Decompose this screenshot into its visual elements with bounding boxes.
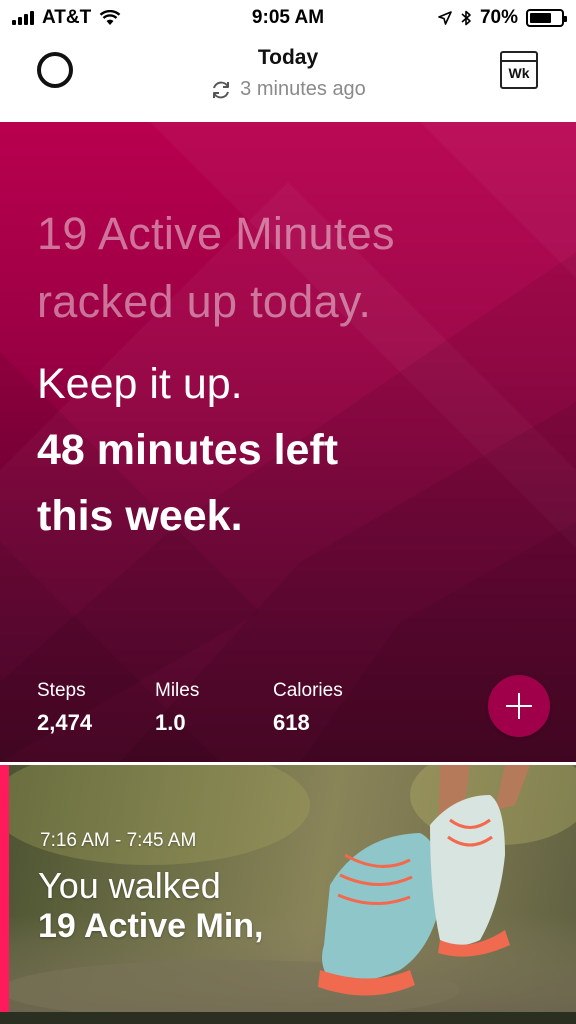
battery-icon	[526, 9, 567, 27]
sync-time-text: 3 minutes ago	[240, 78, 366, 100]
header-center: Today 3 minutes ago	[0, 46, 576, 101]
status-bar: AT&T 9:05 AM 70%	[0, 0, 576, 36]
miles-label: Miles	[155, 680, 200, 701]
week-button-label: Wk	[508, 65, 530, 81]
active-minutes-hero: 19 Active Minutes racked up today. Keep …	[0, 122, 576, 762]
status-left: AT&T	[12, 7, 121, 29]
next-activity-card[interactable]	[0, 1012, 576, 1024]
week-view-button[interactable]: Wk	[500, 51, 538, 89]
activity-time-range: 7:16 AM - 7:45 AM	[40, 830, 197, 851]
activity-detail: 19 Active Min,	[38, 907, 264, 945]
steps-value: 2,474	[37, 710, 93, 735]
encouragement-text: Keep it up.	[37, 360, 243, 408]
active-minutes-subline: racked up today.	[37, 276, 372, 327]
miles-stat[interactable]: Miles 1.0	[155, 680, 199, 736]
steps-label: Steps	[37, 680, 86, 701]
active-minutes-headline: 19 Active Minutes	[37, 208, 395, 259]
calories-label: Calories	[273, 680, 343, 701]
battery-percent: 70%	[479, 7, 518, 28]
sync-status[interactable]: 3 minutes ago	[0, 78, 576, 101]
status-right: 70%	[438, 7, 567, 29]
activity-card[interactable]: 7:16 AM - 7:45 AM You walked 19 Active M…	[0, 765, 576, 1012]
this-week-text: this week.	[37, 492, 243, 540]
app-header: Today 3 minutes ago Wk	[0, 36, 576, 122]
signal-icon	[12, 11, 34, 25]
activity-title: You walked	[38, 865, 221, 906]
wifi-icon	[99, 10, 121, 25]
steps-stat[interactable]: Steps 2,474	[37, 680, 92, 736]
minutes-left-text: 48 minutes left	[37, 426, 339, 474]
sync-icon	[213, 81, 230, 98]
carrier-label: AT&T	[42, 7, 92, 28]
bluetooth-icon	[461, 10, 471, 26]
card-accent-bar	[0, 765, 9, 1012]
miles-value: 1.0	[155, 710, 186, 735]
add-activity-button[interactable]	[488, 675, 550, 737]
calories-value: 618	[273, 710, 310, 735]
page-title: Today	[257, 46, 319, 69]
calories-stat[interactable]: Calories 618	[273, 680, 343, 736]
battery-fill	[530, 13, 551, 23]
location-icon	[438, 11, 452, 25]
